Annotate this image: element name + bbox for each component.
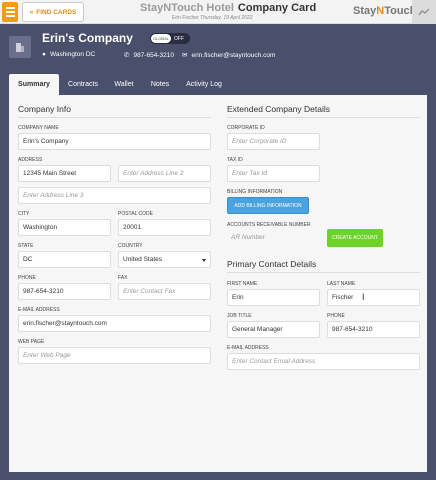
graph-button[interactable]: [412, 0, 436, 24]
company-info-title: Company Info: [18, 104, 71, 114]
ar-number-label: ACCOUNTS RECEIVABLE NUMBER: [227, 222, 311, 228]
contact-email-input[interactable]: Enter Contact Email Address: [227, 353, 420, 370]
tab-contracts[interactable]: Contracts: [60, 74, 106, 95]
extended-details-title: Extended Company Details: [227, 104, 331, 114]
email-input[interactable]: erin.fischer@stayntouch.com: [18, 315, 211, 332]
chart-line-icon: [418, 8, 430, 16]
double-chevron-left-icon: «: [29, 8, 34, 16]
company-name-input[interactable]: Erin's Company: [18, 133, 211, 150]
company-location: ● Washington DC: [42, 51, 96, 58]
phone-label: PHONE: [18, 275, 36, 281]
building-icon: [9, 36, 31, 58]
envelope-icon: ✉: [182, 52, 188, 59]
contact-phone-label: PHONE: [327, 313, 345, 319]
brand-logo: StayNTouch: [353, 5, 417, 17]
tab-summary[interactable]: Summary: [9, 74, 59, 95]
corporate-id-input[interactable]: Enter Corporate ID: [227, 133, 320, 150]
postal-code-label: POSTAL CODE: [118, 211, 154, 217]
fax-input[interactable]: Enter Contact Fax: [118, 283, 211, 300]
state-label: STATE: [18, 243, 34, 249]
last-name-label: LAST NAME: [327, 281, 356, 287]
address-line3-input[interactable]: Enter Address Line 3: [18, 187, 211, 204]
company-name-heading: Erin's Company: [42, 31, 133, 45]
address-line2-input[interactable]: Enter Address Line 2: [118, 165, 211, 182]
primary-contact-title: Primary Contact Details: [227, 259, 317, 269]
country-select[interactable]: United States: [118, 251, 211, 268]
find-cards-label: FIND CARDS: [36, 8, 77, 16]
last-name-input[interactable]: Fischer: [327, 289, 420, 306]
email-label: E-MAIL ADDRESS: [18, 307, 60, 313]
top-bar: « FIND CARDS StayNTouch Hotel Company Car…: [0, 0, 436, 24]
text-cursor-icon: I: [362, 292, 365, 302]
chevron-down-icon: [202, 259, 206, 262]
divider: [227, 117, 420, 118]
menu-button[interactable]: [2, 2, 18, 22]
postal-code-input[interactable]: 20001: [118, 219, 211, 236]
divider: [227, 272, 420, 273]
company-email: ✉ erin.fischer@stayntouch.com: [182, 51, 276, 60]
billing-info-label: BILLING INFORMATION: [227, 189, 283, 195]
global-toggle[interactable]: GLOBAL OFF: [150, 33, 190, 44]
company-phone: ✆ 987-654-3210: [124, 51, 174, 60]
contact-phone-input[interactable]: 987-654-3210: [327, 321, 420, 338]
tab-wallet[interactable]: Wallet: [108, 74, 140, 95]
phone-icon: ✆: [124, 52, 130, 59]
map-pin-icon: ●: [42, 51, 46, 58]
fax-label: FAX: [118, 275, 128, 281]
job-title-input[interactable]: General Manager: [227, 321, 320, 338]
state-input[interactable]: DC: [18, 251, 111, 268]
hotel-name: StayNTouch Hotel: [140, 2, 234, 14]
tax-id-input[interactable]: Enter Tax Id: [227, 165, 320, 182]
company-name-label: COMPANY NAME: [18, 125, 59, 131]
address-label: ADDRESS: [18, 157, 43, 163]
first-name-label: FIRST NAME: [227, 281, 258, 287]
city-input[interactable]: Washington: [18, 219, 111, 236]
card-title: Company Card: [237, 2, 317, 14]
web-page-label: WEB PAGE: [18, 339, 45, 345]
city-label: CITY: [18, 211, 30, 217]
contact-email-label: E-MAIL ADDRESS: [227, 345, 269, 351]
divider: [18, 117, 211, 118]
page-title: StayNTouch Hotel Company Card Erin Fische…: [140, 2, 316, 21]
phone-input[interactable]: 987-654-3210: [18, 283, 111, 300]
current-date: Thursday, 19 April 2022: [200, 15, 253, 21]
first-name-input[interactable]: Erin: [227, 289, 320, 306]
tax-id-label: TAX ID: [227, 157, 243, 163]
web-page-input[interactable]: Enter Web Page: [18, 347, 211, 364]
find-cards-button[interactable]: « FIND CARDS: [22, 2, 84, 22]
tab-notes[interactable]: Notes: [144, 74, 176, 95]
tab-activity-log[interactable]: Activity Log: [180, 74, 228, 95]
address-line1-input[interactable]: 12345 Main Street: [18, 165, 111, 182]
user-name: Erin Fischer: [172, 15, 199, 21]
corporate-id-label: CORPORATE ID: [227, 125, 265, 131]
create-account-button[interactable]: CREATE ACCOUNT: [327, 229, 383, 247]
add-billing-info-button[interactable]: ADD BILLING INFORMATION: [227, 197, 309, 214]
job-title-label: JOB TITLE: [227, 313, 252, 319]
country-label: COUNTRY: [118, 243, 143, 249]
ar-number-input[interactable]: AR Number: [231, 234, 265, 241]
